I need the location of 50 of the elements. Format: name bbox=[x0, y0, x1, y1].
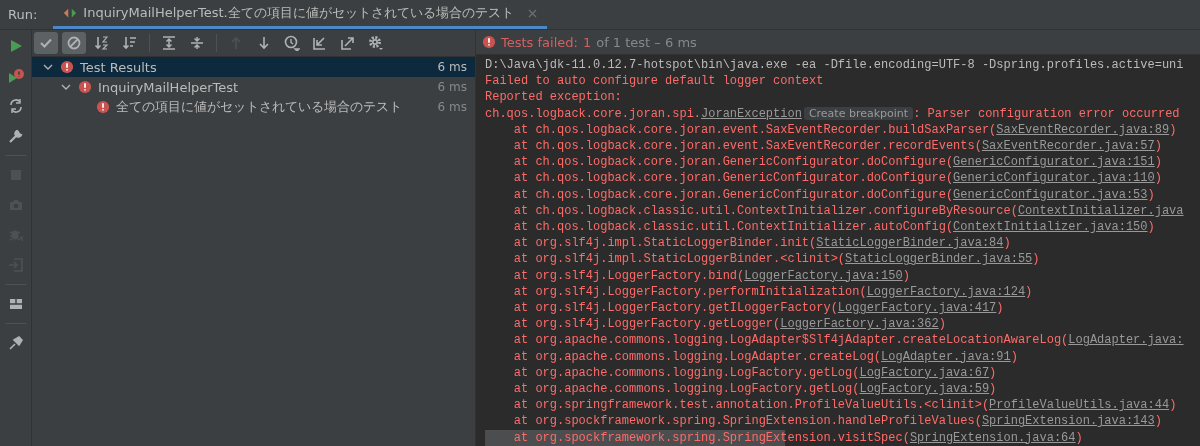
tree-row[interactable]: InquiryMailHelperTest 6 ms bbox=[32, 77, 475, 97]
error-icon bbox=[482, 35, 496, 49]
console-line: ch.qos.logback.core.joran.spi.JoranException Create breakpoint : Parser configuration error occurred bbox=[485, 105, 1180, 122]
pin-icon bbox=[7, 335, 24, 351]
wrench-icon bbox=[7, 128, 24, 144]
console-line: at org.slf4j.impl.StaticLoggerBinder.<clinit>(StaticLoggerBinder.java:55) bbox=[512, 251, 1040, 268]
settings-icon bbox=[368, 35, 384, 51]
console-line: at org.slf4j.LoggerFactory.bind(LoggerFactory.java:150) bbox=[512, 267, 910, 284]
cycle-icon bbox=[7, 98, 24, 114]
close-icon[interactable] bbox=[527, 8, 537, 18]
ban-icon bbox=[66, 35, 82, 51]
console-line: at org.slf4j.LoggerFactory.getLogger(LoggerFactory.java:362) bbox=[512, 316, 946, 333]
console-line: at org.spockframework.spring.SpringExtension.handleProfileValues(SpringExtension.java:143) bbox=[512, 413, 1162, 430]
check-button[interactable] bbox=[34, 32, 58, 54]
console-line: at ch.qos.logback.core.joran.GenericConfigurator.doConfigure(GenericConfigurator.java:110) bbox=[512, 170, 1162, 187]
console-line: at org.apache.commons.logging.LogFactory.getLog(LogFactory.java:67) bbox=[512, 364, 997, 382]
console-line: at org.slf4j.LoggerFactory.getILoggerFactory(LoggerFactory.java:417) bbox=[512, 300, 1004, 317]
history-icon bbox=[284, 35, 300, 51]
console-line: at org.apache.commons.logging.LogAdapter$Slf4jAdapter.createLocationAwareLog(LogAdapter.java: bbox=[512, 332, 1184, 349]
tree-row[interactable]: 全ての項目に値がセットされている場合のテスト 6 ms bbox=[32, 97, 475, 117]
console-line: at org.slf4j.LoggerFactory.performInitialization(LoggerFactory.java:124) bbox=[512, 283, 1033, 301]
rerun-failed-icon bbox=[7, 68, 24, 84]
console-line: at ch.qos.logback.core.joran.GenericConfigurator.doConfigure(GenericConfigurator.java:53) bbox=[512, 186, 1155, 203]
import-icon bbox=[312, 35, 328, 51]
console-line: at ch.qos.logback.core.joran.event.SaxEventRecorder.recordEvents(SaxEventRecorder.java:57) bbox=[512, 138, 1162, 155]
console-line: Reported exception: bbox=[485, 89, 622, 106]
console-line: D:\Java\jdk-11.0.12.7-hotspot\bin\java.exe -ea -Dfile.encoding=UTF-8 -Dspring.profiles.active=uni bbox=[485, 57, 1184, 74]
test-summary: of 1 test – 6 ms bbox=[596, 34, 697, 50]
ban-button[interactable] bbox=[62, 32, 86, 54]
console-line: at ch.qos.logback.classic.util.ContextInitializer.configureByResource(ContextInitializer.java bbox=[512, 202, 1184, 220]
expand-all-icon bbox=[161, 35, 177, 51]
sort-duration-icon bbox=[122, 35, 138, 51]
console-line: at org.apache.commons.logging.LogFactory.getLog(LogFactory.java:59) bbox=[512, 381, 997, 398]
console-line: Failed to auto configure default logger context bbox=[485, 73, 824, 90]
sort-alphabetical-icon bbox=[94, 35, 110, 51]
tests-failed-label: Tests failed: bbox=[501, 34, 578, 50]
run-label: Run: bbox=[7, 6, 39, 24]
console-line: at org.springframework.test.annotation.ProfileValueUtils.<clinit>(ProfileValueUtils.java:44) bbox=[512, 397, 1177, 414]
tree-row[interactable]: Test Results 6 ms bbox=[32, 57, 475, 77]
layout-icon bbox=[7, 296, 24, 312]
export-icon bbox=[340, 35, 356, 51]
arrow-down-icon bbox=[256, 35, 272, 51]
console-line: at ch.qos.logback.classic.util.ContextInitializer.autoConfig(ContextInitializer.java:150) bbox=[512, 219, 1155, 236]
console-line: at ch.qos.logback.core.joran.event.SaxEventRecorder.buildSaxParser(SaxEventRecorder.java:89) bbox=[512, 121, 1177, 138]
failed-count: 1 bbox=[582, 34, 592, 50]
console-line: at ch.qos.logback.core.joran.GenericConfigurator.doConfigure(GenericConfigurator.java:151) bbox=[512, 154, 1162, 171]
console-line: at org.slf4j.impl.StaticLoggerBinder.init(StaticLoggerBinder.java:84) bbox=[512, 235, 1011, 252]
collapse-all-icon bbox=[189, 35, 205, 51]
console-line: at org.apache.commons.logging.LogAdapter.createLog(LogAdapter.java:91) bbox=[512, 348, 1018, 365]
test-class-icon bbox=[63, 6, 78, 20]
